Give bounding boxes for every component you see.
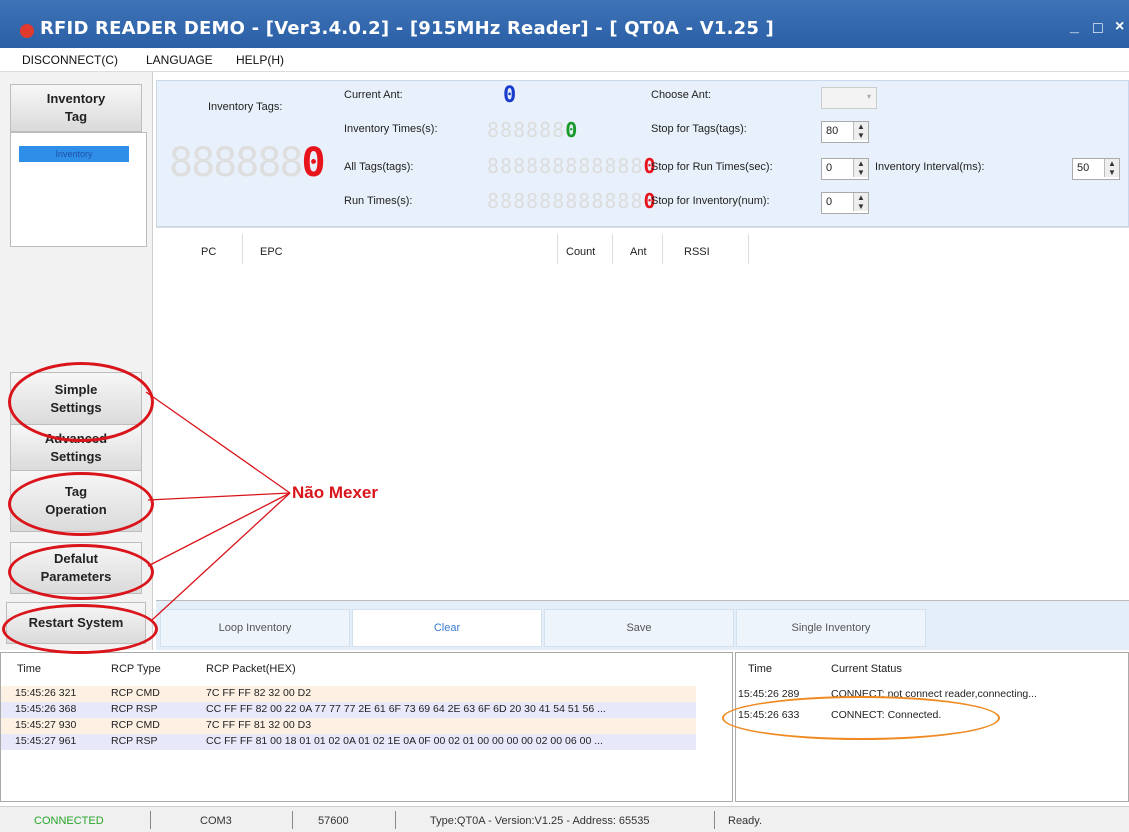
- annotation-text: Não Mexer: [292, 483, 378, 502]
- connected-highlight-ring: [722, 696, 1000, 740]
